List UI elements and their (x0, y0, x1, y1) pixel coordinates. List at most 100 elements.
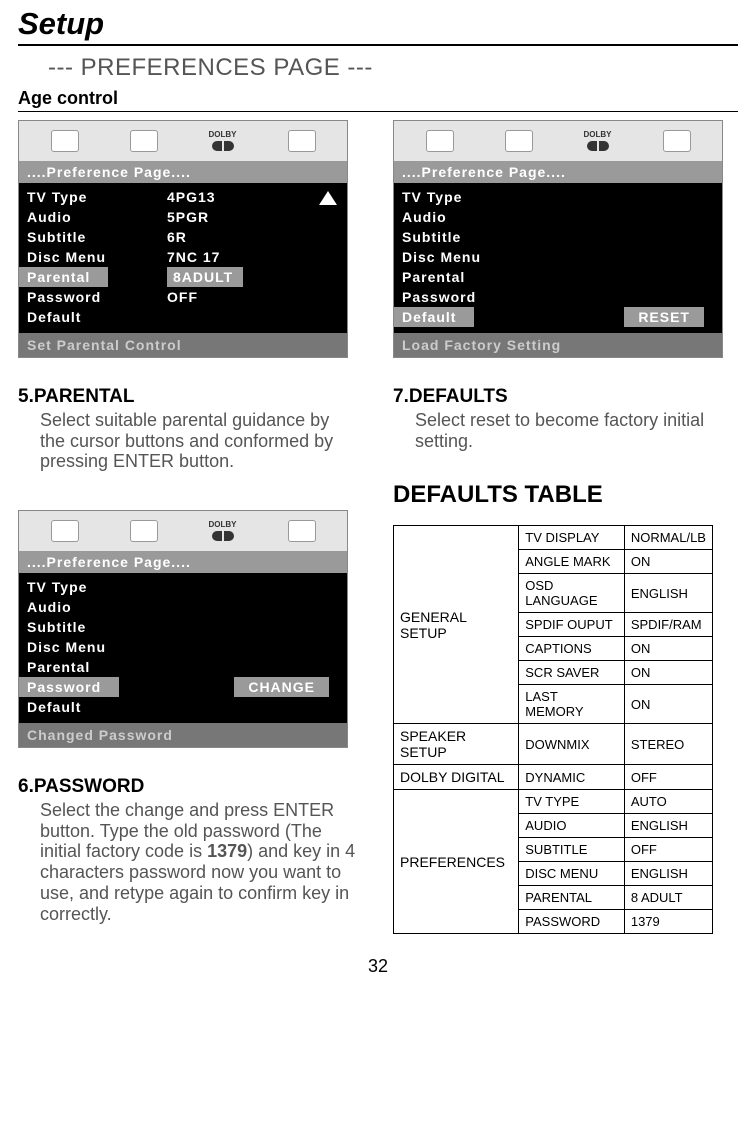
table-cell: 1379 (624, 910, 712, 934)
table-cell: ON (624, 685, 712, 724)
menu-item[interactable]: Subtitle (27, 617, 159, 637)
table-cell: DYNAMIC (519, 765, 625, 790)
osd-footer: Load Factory Setting (394, 333, 722, 357)
osd-icon-row: DOLBY (19, 121, 347, 161)
section-title: 7.DEFAULTS (393, 386, 738, 408)
table-cell: SPDIF/RAM (624, 613, 712, 637)
table-cell: ENGLISH (624, 862, 712, 886)
option-item[interactable]: 7NC 17 (167, 247, 347, 267)
dolby-icon: DOLBY (209, 131, 237, 151)
osd-icon-row: DOLBY (19, 511, 347, 551)
picture-icon (51, 130, 79, 152)
section-title: 5.PARENTAL (18, 386, 363, 408)
table-cell: LAST MEMORY (519, 685, 625, 724)
table-cell: SPDIF OUPUT (519, 613, 625, 637)
menu-item[interactable]: Subtitle (27, 227, 159, 247)
tv-icon (288, 130, 316, 152)
table-cell: CAPTIONS (519, 637, 625, 661)
table-row: DOLBY DIGITALDYNAMICOFF (394, 765, 713, 790)
menu-item[interactable]: Disc Menu (402, 247, 534, 267)
menu-item[interactable]: Password (402, 287, 534, 307)
menu-item[interactable]: Password (27, 287, 159, 307)
dolby-icon: DOLBY (209, 521, 237, 541)
section-title: 6.PASSWORD (18, 776, 363, 798)
menu-item[interactable]: Default (27, 307, 159, 327)
disc-icon (130, 520, 158, 542)
page-title: Setup (18, 6, 738, 46)
change-button[interactable]: CHANGE (234, 677, 329, 697)
table-cell: SCR SAVER (519, 661, 625, 685)
reset-button[interactable]: RESET (624, 307, 704, 327)
menu-item[interactable]: TV Type (27, 187, 159, 207)
option-item[interactable]: 6R (167, 227, 347, 247)
menu-item[interactable]: Audio (27, 597, 159, 617)
menu-item[interactable]: Default (27, 697, 159, 717)
menu-item[interactable]: Disc Menu (27, 637, 159, 657)
picture-icon (51, 520, 79, 542)
table-cell: ON (624, 550, 712, 574)
disc-icon (130, 130, 158, 152)
table-cell: NORMAL/LB (624, 526, 712, 550)
section-password: 6.PASSWORD Select the change and press E… (18, 776, 363, 924)
osd-default-panel: DOLBY ....Preference Page.... TV TypeAud… (393, 120, 723, 358)
table-cell: TV TYPE (519, 790, 625, 814)
osd-parental-panel: DOLBY ....Preference Page.... TV TypeAud… (18, 120, 348, 358)
table-cell: ENGLISH (624, 814, 712, 838)
dolby-icon: DOLBY (584, 131, 612, 151)
table-cell: ON (624, 637, 712, 661)
table-cell: AUDIO (519, 814, 625, 838)
menu-item[interactable]: Audio (402, 207, 534, 227)
table-cell: AUTO (624, 790, 712, 814)
table-cell: PARENTAL (519, 886, 625, 910)
section-body: Select suitable parental guidance by the… (18, 408, 358, 472)
osd-header: ....Preference Page.... (19, 551, 347, 573)
table-cell: STEREO (624, 724, 712, 765)
page-subtitle: --- PREFERENCES PAGE --- (18, 54, 738, 82)
tv-icon (288, 520, 316, 542)
page-number: 32 (18, 956, 738, 977)
option-item[interactable]: 5PGR (167, 207, 347, 227)
osd-footer: Set Parental Control (19, 333, 347, 357)
osd-header: ....Preference Page.... (394, 161, 722, 183)
table-cell: PASSWORD (519, 910, 625, 934)
menu-item[interactable]: Subtitle (402, 227, 534, 247)
table-category: SPEAKER SETUP (394, 724, 519, 765)
menu-item[interactable]: TV Type (27, 577, 159, 597)
osd-header: ....Preference Page.... (19, 161, 347, 183)
table-cell: ANGLE MARK (519, 550, 625, 574)
osd-footer: Changed Password (19, 723, 347, 747)
option-item[interactable]: 8ADULT (167, 267, 347, 287)
menu-item[interactable]: Audio (27, 207, 159, 227)
table-cell: ON (624, 661, 712, 685)
section-defaults: 7.DEFAULTS Select reset to become factor… (393, 386, 738, 451)
table-cell: TV DISPLAY (519, 526, 625, 550)
table-cell: SUBTITLE (519, 838, 625, 862)
table-cell: OSD LANGUAGE (519, 574, 625, 613)
age-control-heading: Age control (18, 88, 738, 112)
menu-item[interactable]: Parental (402, 267, 534, 287)
osd-icon-row: DOLBY (394, 121, 722, 161)
section-body: Select reset to become factory initial s… (393, 408, 733, 451)
defaults-table: GENERAL SETUPTV DISPLAYNORMAL/LBANGLE MA… (393, 525, 713, 934)
menu-item[interactable]: TV Type (402, 187, 534, 207)
table-cell: 8 ADULT (624, 886, 712, 910)
table-cell: DISC MENU (519, 862, 625, 886)
table-row: GENERAL SETUPTV DISPLAYNORMAL/LB (394, 526, 713, 550)
picture-icon (426, 130, 454, 152)
osd-password-panel: DOLBY ....Preference Page.... TV TypeAud… (18, 510, 348, 748)
scroll-up-icon[interactable] (319, 191, 337, 205)
table-cell: OFF (624, 838, 712, 862)
table-row: PREFERENCESTV TYPEAUTO (394, 790, 713, 814)
section-parental: 5.PARENTAL Select suitable parental guid… (18, 386, 363, 472)
menu-item[interactable]: Parental (27, 657, 159, 677)
default-password: 1379 (207, 841, 247, 861)
table-row: SPEAKER SETUPDOWNMIXSTEREO (394, 724, 713, 765)
table-category: PREFERENCES (394, 790, 519, 934)
table-category: DOLBY DIGITAL (394, 765, 519, 790)
tv-icon (663, 130, 691, 152)
section-body: Select the change and press ENTER button… (18, 798, 358, 924)
option-item[interactable]: OFF (167, 287, 347, 307)
menu-item[interactable]: Disc Menu (27, 247, 159, 267)
disc-icon (505, 130, 533, 152)
table-cell: ENGLISH (624, 574, 712, 613)
